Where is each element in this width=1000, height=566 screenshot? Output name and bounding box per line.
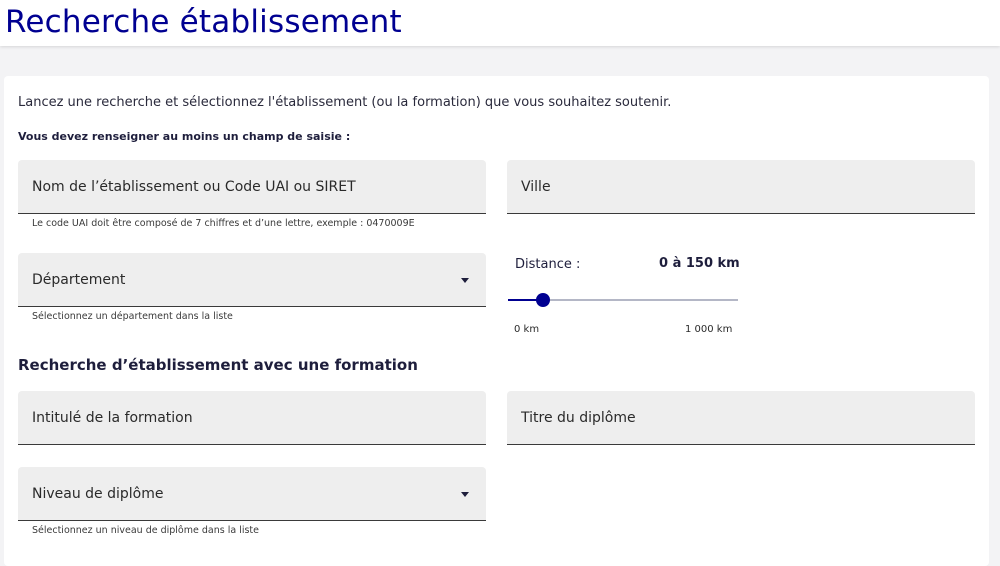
formation-section-title: Recherche d’établissement avec une forma… (18, 356, 418, 374)
chevron-down-icon (461, 277, 469, 283)
uai-hint: Le code UAI doit être composé de 7 chiff… (32, 218, 415, 229)
page-title: Recherche établissement (5, 4, 402, 40)
department-select[interactable]: Département (18, 253, 486, 307)
diploma-title-input[interactable] (521, 391, 961, 444)
diploma-level-select-value: Niveau de diplôme (32, 485, 164, 502)
distance-label: Distance : (515, 257, 581, 272)
city-field[interactable] (507, 160, 975, 214)
formation-title-input[interactable] (32, 391, 472, 444)
distance-min-label: 0 km (514, 324, 540, 335)
intro-text: Lancez une recherche et sélectionnez l'é… (18, 95, 672, 110)
diploma-title-field[interactable] (507, 391, 975, 445)
distance-value: 0 à 150 km (659, 256, 740, 271)
city-input[interactable] (521, 160, 961, 213)
establishment-name-input[interactable] (32, 160, 472, 213)
diploma-level-select[interactable]: Niveau de diplôme (18, 467, 486, 521)
chevron-down-icon (461, 491, 469, 497)
formation-title-field[interactable] (18, 391, 486, 445)
distance-max-label: 1 000 km (685, 324, 733, 335)
department-select-value: Département (32, 271, 126, 288)
department-hint: Sélectionnez un département dans la list… (32, 311, 233, 322)
distance-slider-thumb[interactable] (535, 293, 550, 307)
required-note: Vous devez renseigner au moins un champ … (18, 130, 351, 143)
page-header: Recherche établissement (0, 0, 1000, 46)
diploma-level-hint: Sélectionnez un niveau de diplôme dans l… (32, 525, 259, 536)
establishment-name-field[interactable] (18, 160, 486, 214)
